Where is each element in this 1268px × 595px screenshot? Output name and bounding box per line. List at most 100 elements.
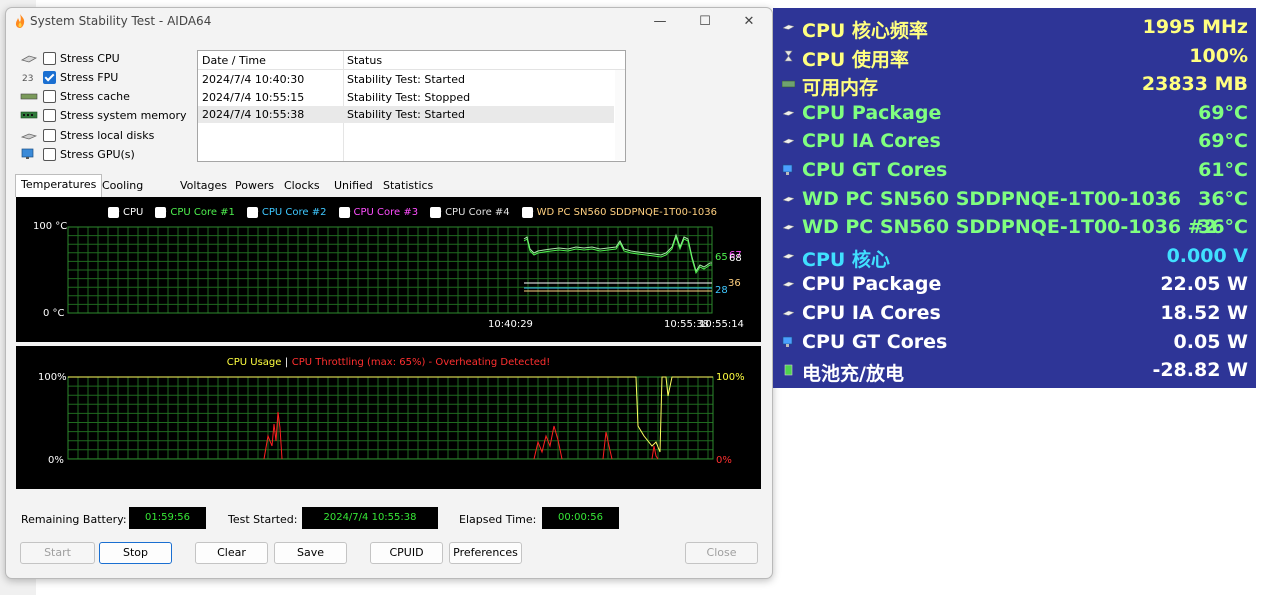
cache-icon	[20, 93, 38, 100]
minimize-button[interactable]: —	[640, 12, 680, 32]
sensor-value: 36°C	[1198, 187, 1248, 210]
cpu-graph-title: CPU Usage | CPU Throttling (max: 65%) - …	[16, 355, 761, 368]
log-header-status[interactable]: Status	[347, 54, 382, 67]
sensor-value: 23833 MB	[1141, 73, 1248, 96]
log-row-time: 2024/7/4 10:40:30	[202, 73, 305, 86]
hourglass-icon	[784, 50, 793, 61]
temperature-graph-canvas	[67, 226, 713, 314]
sensor-value: 69°C	[1198, 130, 1248, 153]
stress-memory-checkbox[interactable]	[43, 108, 56, 122]
cpu-icon	[782, 310, 795, 316]
stress-memory-label: Stress system memory	[60, 108, 187, 122]
stress-gpu-checkbox[interactable]	[43, 147, 56, 161]
clear-button[interactable]: Clear	[195, 542, 268, 564]
stress-cpu-label: Stress CPU	[60, 51, 120, 65]
sensor-value: 69°C	[1198, 101, 1248, 124]
stability-test-window: System Stability Test - AIDA64 — ☐ ✕ Str…	[5, 7, 773, 579]
cpu-icon	[782, 282, 795, 288]
sensor-row: CPU GT Cores 0.05 W	[773, 328, 1256, 356]
temp-value-core2: 28	[715, 285, 728, 296]
sensor-row: CPU 核心频率 1995 MHz	[773, 13, 1256, 42]
temp-value-cpu: 68	[729, 253, 742, 264]
save-button[interactable]: Save	[274, 542, 347, 564]
tab-unified[interactable]: Unified	[329, 176, 378, 196]
stress-cache-label: Stress cache	[60, 89, 130, 103]
disk-icon	[20, 133, 38, 140]
log-row-status: Stability Test: Stopped	[347, 91, 471, 104]
sensor-name: CPU 核心	[802, 248, 890, 271]
close-window-button[interactable]: ✕	[729, 12, 769, 32]
stress-disks-label: Stress local disks	[60, 128, 155, 142]
sensor-value: 36°C	[1198, 216, 1248, 239]
memory-icon	[20, 111, 38, 119]
sensor-value: 100%	[1189, 44, 1248, 67]
close-button[interactable]: Close	[685, 542, 758, 564]
log-row[interactable]: 2024/7/4 10:40:30 Stability Test: Starte…	[198, 71, 614, 88]
stress-cache-checkbox[interactable]	[43, 89, 56, 103]
log-row-selected[interactable]: 2024/7/4 10:55:38 Stability Test: Starte…	[198, 106, 614, 123]
stop-button[interactable]: Stop	[99, 542, 172, 564]
preferences-button[interactable]: Preferences	[449, 542, 522, 564]
temperature-graph: CPU CPU Core #1 CPU Core #2 CPU Core #3 …	[16, 197, 761, 342]
cpu-title-separator: |	[284, 357, 289, 368]
sensor-row: CPU Package 22.05 W	[773, 270, 1256, 298]
stress-cache-option[interactable]: Stress cache	[20, 87, 130, 105]
tab-cooling-fans[interactable]: Cooling Fans	[97, 176, 148, 212]
sensor-value: 22.05 W	[1160, 273, 1248, 296]
stress-gpu-option[interactable]: Stress GPU(s)	[20, 145, 135, 163]
sensor-name: 可用内存	[802, 77, 879, 100]
sensor-name: CPU 使用率	[802, 48, 909, 71]
tab-statistics[interactable]: Statistics	[378, 176, 438, 196]
legend-checkbox-cpu[interactable]	[108, 206, 119, 218]
stress-cpu-checkbox[interactable]	[43, 51, 56, 65]
stress-gpu-label: Stress GPU(s)	[60, 147, 135, 161]
log-scrollbar[interactable]	[615, 70, 625, 160]
stress-fpu-checkbox[interactable]	[43, 70, 56, 84]
legend-ssd: WD PC SN560 SDDPNQE-1T00-1036	[536, 206, 718, 218]
sensor-row: CPU 核心 0.000 V	[773, 242, 1256, 271]
temp-value-core1: 65	[715, 252, 728, 263]
stress-cpu-option[interactable]: Stress CPU	[20, 49, 120, 67]
log-header: Date / Time Status	[198, 51, 625, 70]
cpu-axis-top-right: 100%	[716, 372, 745, 383]
legend-checkbox-core3[interactable]	[338, 206, 350, 218]
sensor-value: 61°C	[1198, 159, 1248, 181]
temperature-legend: CPU CPU Core #1 CPU Core #2 CPU Core #3 …	[108, 206, 717, 218]
stress-disks-checkbox[interactable]	[43, 128, 56, 142]
log-header-datetime[interactable]: Date / Time	[202, 54, 266, 67]
temp-axis-top-label: 100 °C	[33, 221, 68, 232]
sensor-value: 18.52 W	[1160, 302, 1248, 324]
legend-checkbox-core2[interactable]	[246, 206, 258, 218]
legend-checkbox-core4[interactable]	[430, 206, 442, 218]
test-started-value: 2024/7/4 10:55:38	[302, 507, 438, 529]
start-button[interactable]: Start	[20, 542, 95, 564]
tab-powers[interactable]: Powers	[230, 176, 279, 196]
sensor-row: WD PC SN560 SDDPNQE-1T00-1036 36°C	[773, 185, 1256, 213]
fpu-icon: 23	[22, 74, 33, 83]
sensor-row: CPU IA Cores 69°C	[773, 127, 1256, 155]
title-bar[interactable]: System Stability Test - AIDA64 — ☐ ✕	[6, 8, 772, 36]
stress-fpu-option[interactable]: 23 Stress FPU	[20, 68, 118, 86]
test-started-label: Test Started:	[228, 513, 298, 526]
stress-disks-option[interactable]: Stress local disks	[20, 126, 154, 144]
cpu-axis-bottom-left: 0%	[48, 455, 64, 466]
legend-core3: CPU Core #3	[353, 206, 419, 218]
tab-clocks[interactable]: Clocks	[279, 176, 325, 196]
svg-text:23: 23	[22, 74, 33, 83]
tab-temperatures[interactable]: Temperatures	[15, 174, 103, 197]
maximize-button[interactable]: ☐	[685, 12, 725, 32]
stress-memory-option[interactable]: Stress system memory	[20, 106, 187, 124]
log-row-time: 2024/7/4 10:55:38	[202, 108, 305, 121]
gpu-icon	[782, 336, 793, 347]
sensor-name: CPU IA Cores	[802, 302, 941, 324]
legend-cpu: CPU	[123, 206, 144, 218]
legend-checkbox-core1[interactable]	[155, 206, 167, 218]
legend-checkbox-ssd[interactable]	[521, 206, 533, 218]
log-row[interactable]: 2024/7/4 10:55:15 Stability Test: Stoppe…	[198, 89, 614, 106]
temp-time-label-start: 10:40:29	[488, 319, 533, 330]
disk-icon	[782, 224, 795, 230]
event-log-table[interactable]: Date / Time Status 2024/7/4 10:40:30 Sta…	[197, 50, 626, 162]
cpuid-button[interactable]: CPUID	[370, 542, 443, 564]
tab-voltages[interactable]: Voltages	[175, 176, 232, 196]
sensor-name: 电池充/放电	[802, 363, 904, 386]
